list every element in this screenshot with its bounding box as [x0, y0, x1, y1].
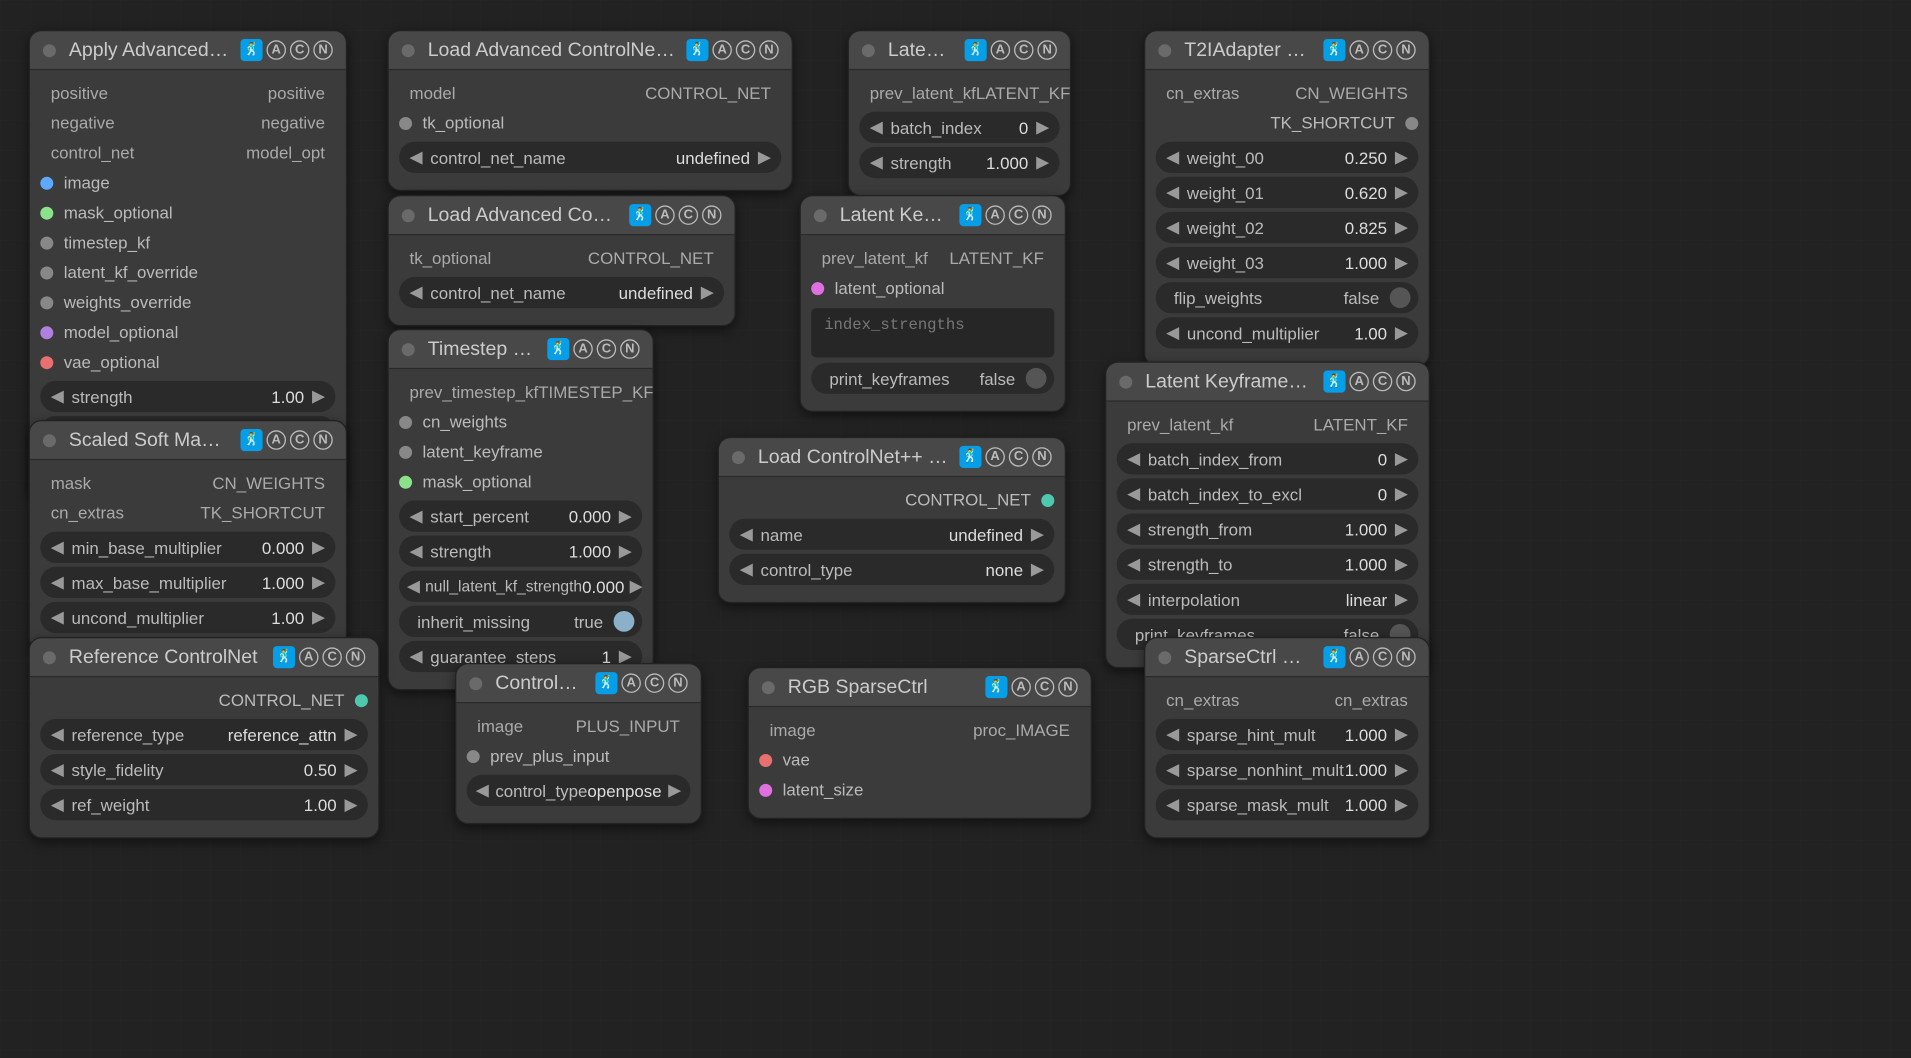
- widget-weight-00[interactable]: ◀weight_000.250▶: [1156, 142, 1419, 173]
- node-timestep-keyframe[interactable]: Timestep Keyframe🕺ACN prev_timestep_kfTI…: [387, 329, 653, 690]
- slot-label: mask_optional: [64, 203, 173, 223]
- collapse-icon[interactable]: [43, 44, 56, 57]
- slot-label: image: [64, 173, 110, 193]
- slot-label: negative: [51, 113, 115, 132]
- widget-uncond-multiplier[interactable]: ◀uncond_multiplier1.00▶: [40, 602, 335, 633]
- slot-label: positive: [268, 83, 325, 103]
- slot-label: latent_kf_override: [64, 263, 198, 283]
- port-in[interactable]: [40, 266, 53, 279]
- arrow-left-icon[interactable]: ◀: [48, 386, 66, 407]
- node-load-controlnet-pp-single[interactable]: Load ControlNet++ Model (Single)🕺ACN CON…: [718, 437, 1066, 603]
- node-latent-keyframe-interpolation[interactable]: Latent Keyframe Interpolation🕺ACN prev_l…: [1105, 361, 1430, 668]
- slot-label: vae_optional: [64, 352, 160, 372]
- widget-style-fidelity[interactable]: ◀style_fidelity0.50▶: [40, 754, 368, 785]
- toggle-print-keyframes[interactable]: print_keyframesfalse: [811, 363, 1054, 394]
- node-title[interactable]: Apply Advanced ControlNet 🕺 A C N: [30, 31, 346, 70]
- port-in[interactable]: [40, 236, 53, 249]
- widget-reference-type[interactable]: ◀reference_typereference_attn▶: [40, 719, 368, 750]
- port-in[interactable]: [399, 116, 412, 129]
- port-in[interactable]: [40, 356, 53, 369]
- port-in[interactable]: [40, 326, 53, 339]
- badge-n-icon: N: [313, 40, 333, 60]
- title-label: Apply Advanced ControlNet: [69, 39, 230, 61]
- node-latent-keyframe[interactable]: Latent Keyframe🕺ACN prev_latent_kfLATENT…: [848, 30, 1072, 196]
- node-rgb-sparsectrl[interactable]: RGB SparseCtrl🕺ACN imageproc_IMAGE vae l…: [748, 667, 1093, 819]
- node-title[interactable]: Load Advanced ControlNet Model (diff) 🕺A…: [389, 31, 792, 70]
- node-scaled-soft-masked-weights[interactable]: Scaled Soft Masked Weights🕺ACN maskCN_WE…: [29, 420, 347, 651]
- toggle-flip-weights[interactable]: flip_weightsfalse: [1156, 282, 1419, 313]
- widget-control-type[interactable]: ◀control_typenone▶: [729, 554, 1054, 585]
- slot-label: negative: [261, 113, 325, 132]
- textbox-index-strengths[interactable]: index_strengths: [811, 308, 1054, 357]
- badge-c-icon: C: [290, 40, 310, 60]
- badge-blue-icon: 🕺: [240, 39, 262, 61]
- widget-strength-to[interactable]: ◀strength_to1.000▶: [1117, 549, 1419, 580]
- widget-weight-01[interactable]: ◀weight_010.620▶: [1156, 177, 1419, 208]
- slot-label: model_opt: [246, 143, 325, 163]
- widget-interpolation[interactable]: ◀interpolationlinear▶: [1117, 584, 1419, 615]
- slot-label: model_optional: [64, 322, 179, 342]
- widget-start-percent[interactable]: ◀start_percent0.000▶: [399, 500, 642, 531]
- widget-batch-index-to-excl[interactable]: ◀batch_index_to_excl0▶: [1117, 478, 1419, 509]
- node-load-advanced-controlnet-diff[interactable]: Load Advanced ControlNet Model (diff) 🕺A…: [387, 30, 793, 191]
- widget-label: strength: [66, 387, 271, 407]
- port-in[interactable]: [40, 206, 53, 219]
- widget-sparse-nonhint-mult[interactable]: ◀sparse_nonhint_mult1.000▶: [1156, 754, 1419, 785]
- widget-strength[interactable]: ◀strength1.000▶: [399, 536, 642, 567]
- widget-weight-03[interactable]: ◀weight_031.000▶: [1156, 247, 1419, 278]
- widget-batch-index-from[interactable]: ◀batch_index_from0▶: [1117, 443, 1419, 474]
- widget-null-latent-kf-strength[interactable]: ◀null_latent_kf_strength0.000▶: [399, 571, 642, 602]
- slot-label: timestep_kf: [64, 233, 150, 253]
- widget-uncond-multiplier[interactable]: ◀uncond_multiplier1.00▶: [1156, 317, 1419, 348]
- widget-control-net-name[interactable]: ◀control_net_nameundefined▶: [399, 277, 724, 308]
- node-sparsectrl-weight-extras[interactable]: SparseCtrl Weight Extras🕺ACN cn_extrascn…: [1144, 637, 1430, 838]
- port-in[interactable]: [40, 176, 53, 189]
- arrow-right-icon[interactable]: ▶: [309, 386, 327, 407]
- widget-strength-from[interactable]: ◀strength_from1.000▶: [1117, 514, 1419, 545]
- widget-ref-weight[interactable]: ◀ref_weight1.00▶: [40, 789, 368, 820]
- widget-control-type[interactable]: ◀control_typeopenpose▶: [467, 775, 691, 806]
- widget-strength[interactable]: ◀strength1.000▶: [859, 147, 1059, 178]
- node-load-advanced-controlnet[interactable]: Load Advanced ControlNet Model🕺ACN tk_op…: [387, 195, 735, 326]
- badge-a-icon: A: [267, 40, 287, 60]
- widget-min-base-multiplier[interactable]: ◀min_base_multiplier0.000▶: [40, 532, 335, 563]
- widget-max-base-multiplier[interactable]: ◀max_base_multiplier1.000▶: [40, 567, 335, 598]
- port-in[interactable]: [40, 296, 53, 309]
- widget-batch-index[interactable]: ◀batch_index0▶: [859, 112, 1059, 143]
- widget-sparse-hint-mult[interactable]: ◀sparse_hint_mult1.000▶: [1156, 719, 1419, 750]
- toggle-inherit-missing[interactable]: inherit_missingtrue: [399, 606, 642, 637]
- slot-label: weights_override: [64, 293, 192, 313]
- node-t2i-adapter-soft-weights[interactable]: T2IAdapter Soft Weights🕺ACN cn_extrasCN_…: [1144, 30, 1430, 367]
- widget-weight-02[interactable]: ◀weight_020.825▶: [1156, 212, 1419, 243]
- widget-sparse-mask-mult[interactable]: ◀sparse_mask_mult1.000▶: [1156, 789, 1419, 820]
- title-label: Load Advanced ControlNet Model (diff): [428, 39, 676, 61]
- widget-control-net-name[interactable]: ◀control_net_nameundefined▶: [399, 142, 781, 173]
- widget-name[interactable]: ◀nameundefined▶: [729, 519, 1054, 550]
- widget-value[interactable]: 1.00: [271, 387, 309, 407]
- node-reference-controlnet[interactable]: Reference ControlNet🕺ACN CONTROL_NET ◀re…: [29, 637, 380, 838]
- slot-label: control_net: [51, 143, 135, 163]
- node-controlnet-pp-input[interactable]: ControlNet++ Input🕺ACN imagePLUS_INPUT p…: [455, 663, 702, 824]
- widget-strength[interactable]: ◀strength1.00▶: [40, 381, 335, 412]
- slot-label: positive: [51, 83, 108, 103]
- collapse-icon[interactable]: [402, 44, 415, 57]
- node-latent-keyframe-group[interactable]: Latent Keyframe Group🕺ACN prev_latent_kf…: [800, 195, 1067, 412]
- badges: 🕺 A C N: [240, 39, 332, 61]
